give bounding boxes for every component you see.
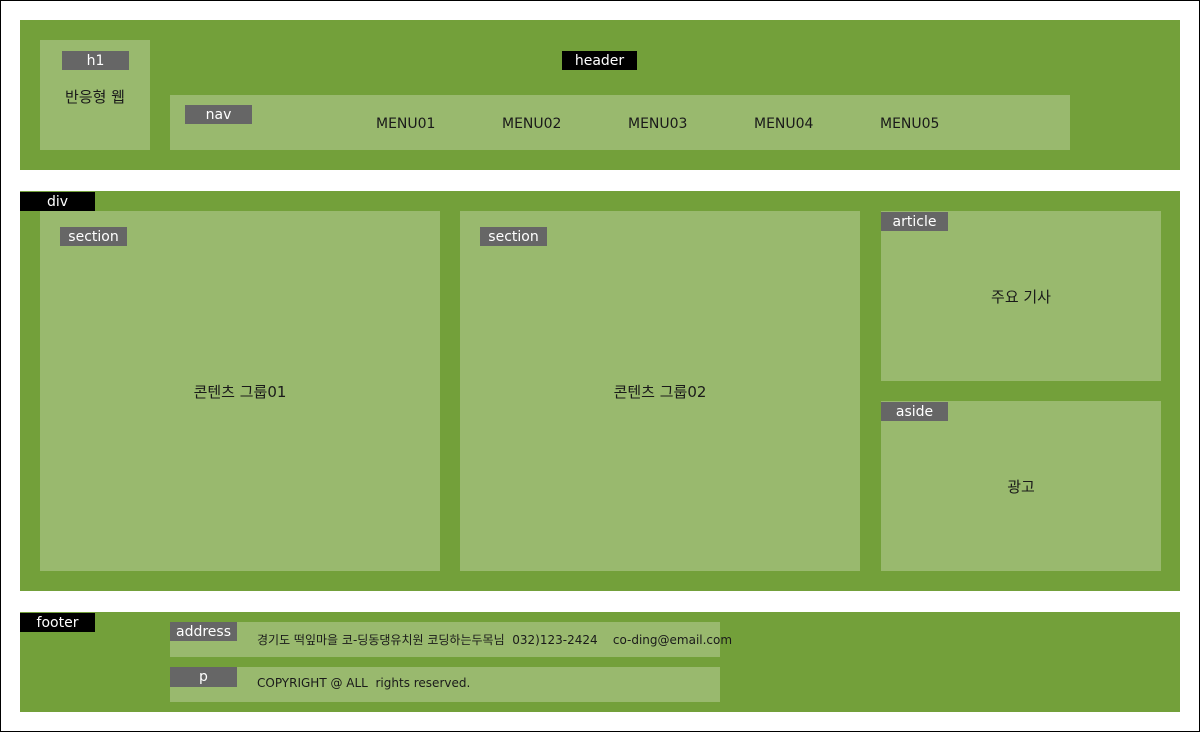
- nav-menu-02[interactable]: MENU02: [502, 116, 561, 132]
- address-text: 경기도 떡잎마을 코-딩동댕유치원 코딩하는두목님 032)123-2424 c…: [257, 633, 733, 647]
- nav-menu-04[interactable]: MENU04: [754, 116, 813, 132]
- content-section-01: 콘텐츠 그룹01: [40, 211, 440, 571]
- section-02-tag: section: [480, 227, 547, 246]
- address-tag: address: [170, 622, 237, 641]
- aside-tag: aside: [881, 402, 948, 421]
- header-tag: header: [562, 51, 637, 70]
- nav-menu-03[interactable]: MENU03: [628, 116, 687, 132]
- article-text: 주요 기사: [991, 287, 1051, 306]
- p-tag: p: [170, 667, 237, 687]
- h1-tag: h1: [62, 51, 129, 70]
- aside-text: 광고: [1007, 477, 1035, 496]
- nav-tag: nav: [185, 105, 252, 124]
- nav-menu-01[interactable]: MENU01: [376, 116, 435, 132]
- article-box: 주요 기사: [881, 211, 1161, 381]
- nav-menu-05[interactable]: MENU05: [880, 116, 939, 132]
- section-02-text: 콘텐츠 그룹02: [613, 382, 707, 401]
- site-title[interactable]: 반응형 웹: [40, 86, 150, 107]
- section-01-text: 콘텐츠 그룹01: [193, 382, 287, 401]
- footer-tag: footer: [20, 613, 95, 632]
- copyright-text: COPYRIGHT @ ALL rights reserved.: [257, 676, 471, 690]
- aside-box: 광고: [881, 401, 1161, 571]
- article-tag: article: [881, 212, 948, 231]
- content-section-02: 콘텐츠 그룹02: [460, 211, 860, 571]
- section-01-tag: section: [60, 227, 127, 246]
- div-tag: div: [20, 192, 95, 211]
